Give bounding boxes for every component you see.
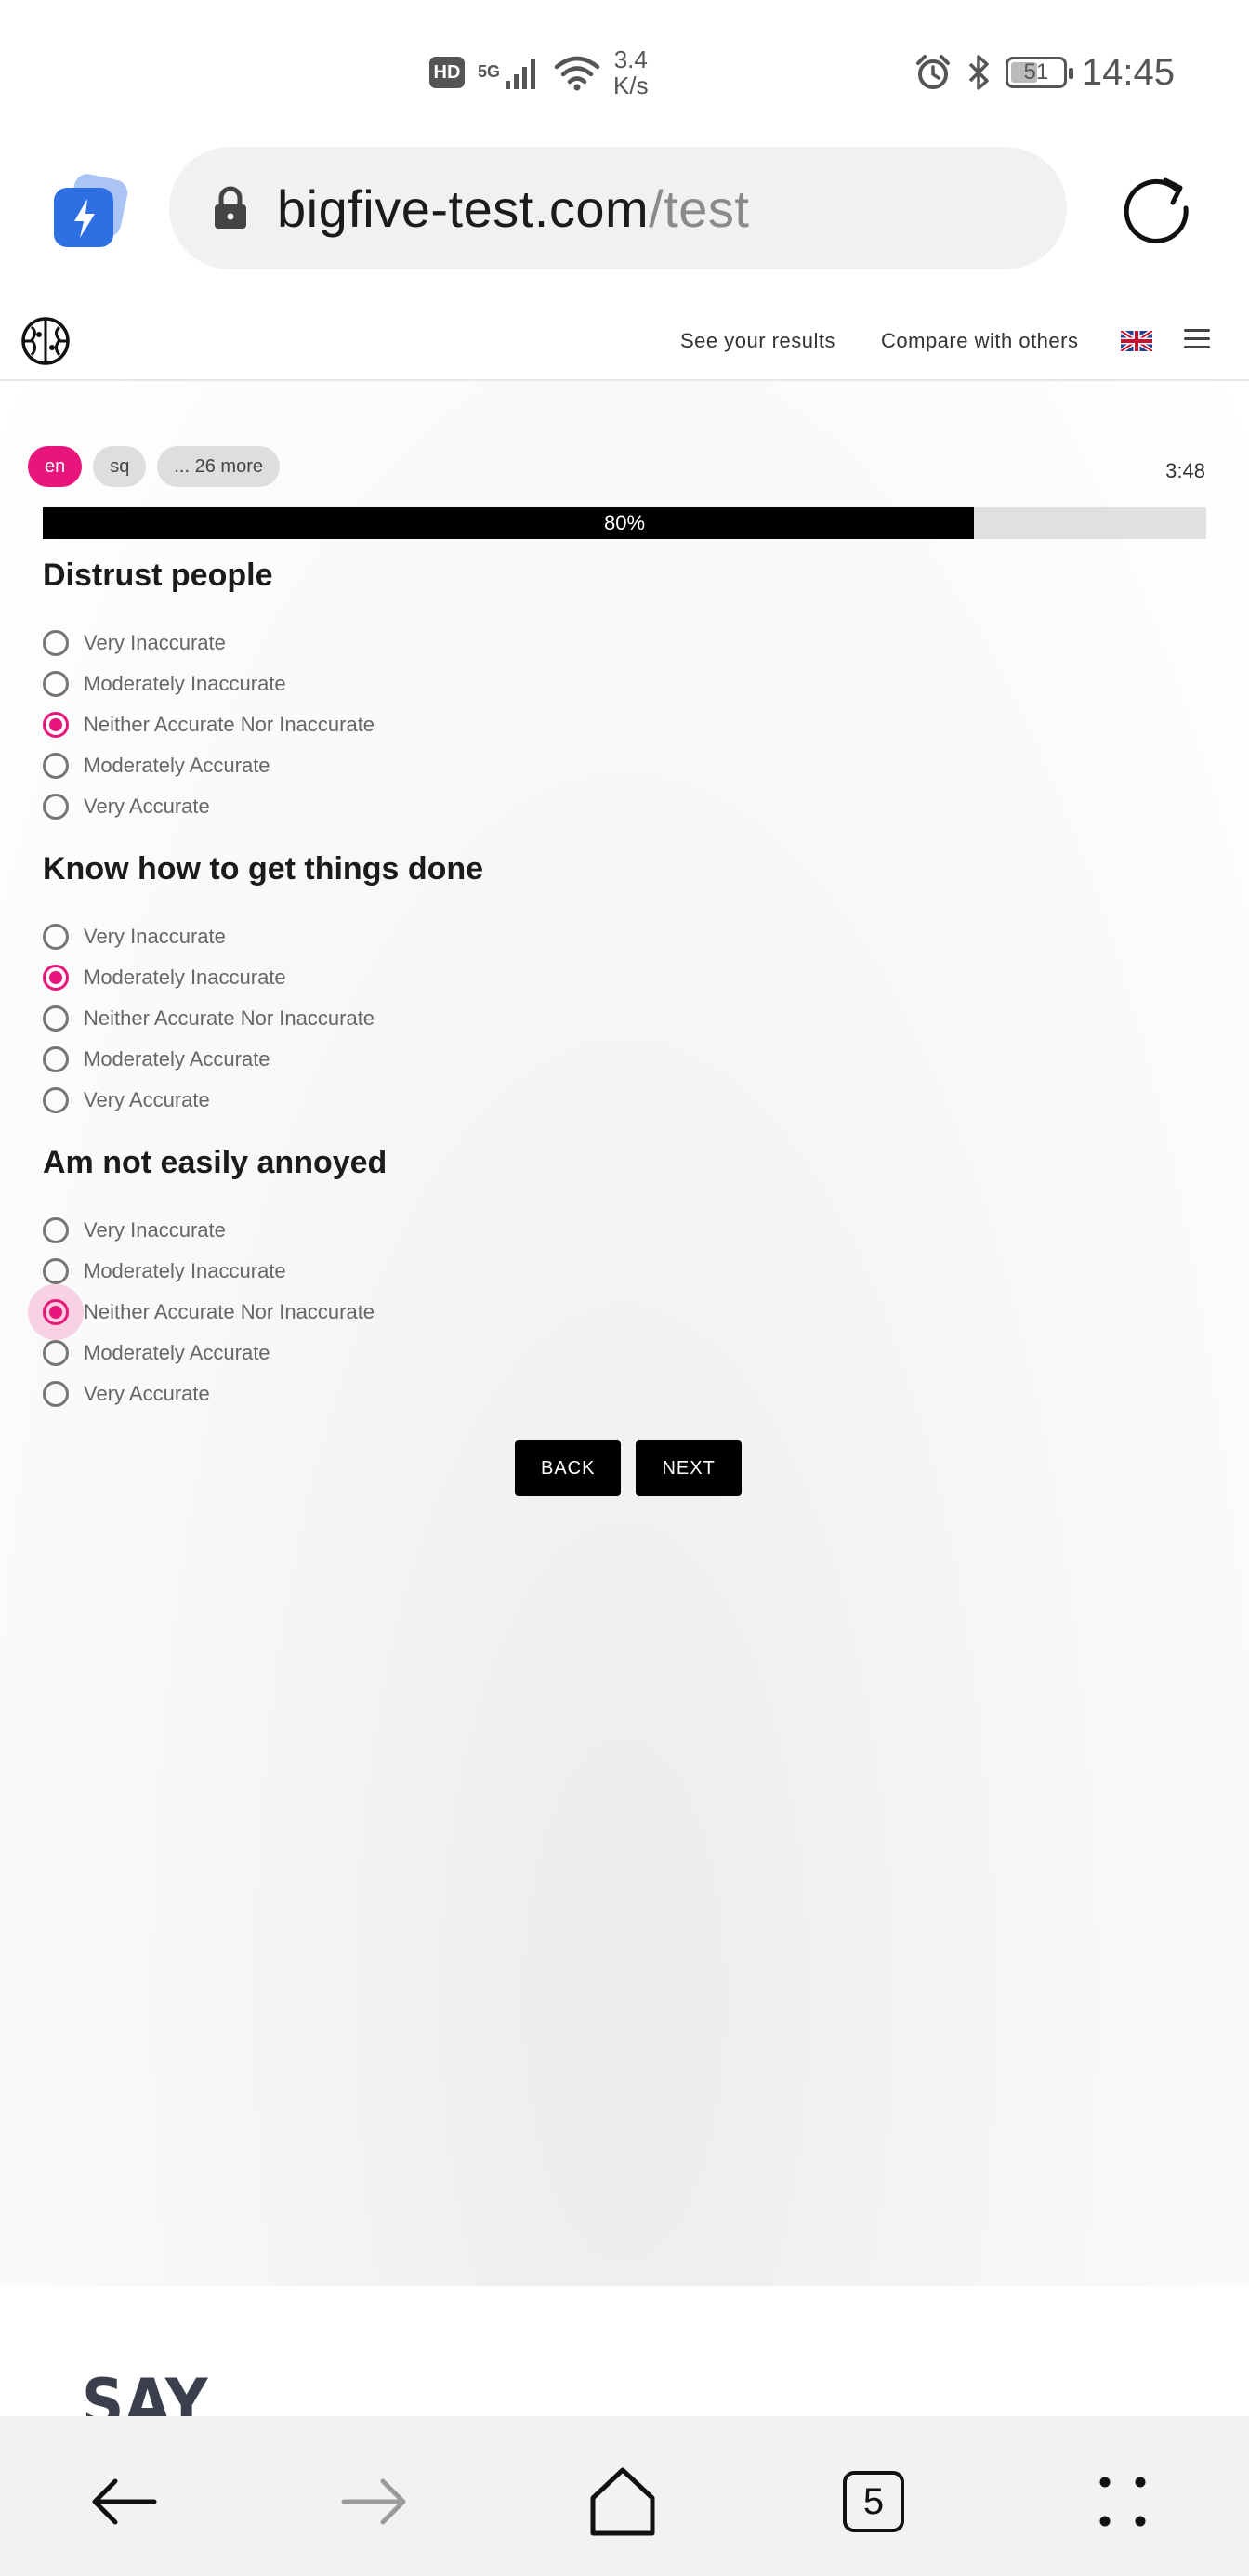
answer-option[interactable]: Very Accurate [43, 1080, 1204, 1121]
answer-option[interactable]: Neither Accurate Nor Inaccurate [28, 1284, 1204, 1340]
answer-option[interactable]: Very Accurate [43, 1373, 1204, 1414]
radio-button[interactable] [43, 965, 69, 991]
answer-option[interactable]: Moderately Accurate [43, 1333, 1204, 1373]
question-title: Know how to get things done [43, 851, 484, 887]
language-chip[interactable]: en [28, 446, 83, 487]
tabs-button[interactable]: 5 [835, 2463, 913, 2541]
answer-options: Very Inaccurate Moderately Inaccurate Neit… [43, 916, 1204, 1121]
answer-option-label: Neither Accurate Nor Inaccurate [84, 1300, 375, 1323]
answer-option-label: Moderately Inaccurate [84, 672, 286, 695]
answer-option-label: Moderately Accurate [84, 1047, 270, 1071]
timer: 3:48 [1165, 459, 1205, 482]
hamburger-menu-icon[interactable] [1184, 329, 1210, 351]
network-speed: 3.4 K/s [613, 46, 649, 99]
answer-option[interactable]: Moderately Inaccurate [43, 664, 1204, 704]
radio-button[interactable] [43, 671, 69, 697]
navigation-buttons: BACK NEXT [515, 1440, 742, 1496]
question-block: Am not easily annoyed Very Inaccurate Mode… [28, 1145, 1204, 1414]
answer-option-label: Neither Accurate Nor Inaccurate [84, 713, 375, 736]
language-chip[interactable]: sq [93, 446, 147, 487]
answer-option-label: Very Accurate [84, 795, 210, 818]
alarm-icon [915, 55, 950, 89]
answer-option[interactable]: Very Inaccurate [43, 1210, 1204, 1251]
home-icon[interactable] [584, 2463, 662, 2541]
address-bar[interactable]: bigfive-test.com/test [169, 147, 1067, 269]
progress-label: 80% [603, 511, 646, 534]
answer-option[interactable]: Moderately Inaccurate [43, 957, 1204, 998]
next-button[interactable]: NEXT [636, 1440, 742, 1496]
answer-option-label: Moderately Accurate [84, 754, 270, 777]
question-block: Distrust people Very Inaccurate Moderately… [43, 558, 1204, 827]
answer-option-label: Very Inaccurate [84, 1218, 226, 1242]
network-status: HD 5G 3.4 K/s [429, 45, 649, 100]
hd-badge: HD [429, 57, 465, 88]
answer-option-label: Moderately Inaccurate [84, 1259, 286, 1282]
arrow-left-icon[interactable] [85, 2463, 164, 2541]
battery-indicator: 51 [1005, 57, 1073, 88]
radio-button[interactable] [43, 1217, 69, 1243]
question-block: Know how to get things done Very Inaccura… [43, 851, 1204, 1121]
radio-button[interactable] [43, 753, 69, 779]
answer-option[interactable]: Moderately Accurate [43, 1039, 1204, 1080]
answer-option-label: Moderately Inaccurate [84, 966, 286, 989]
answer-option[interactable]: Moderately Inaccurate [43, 1251, 1204, 1292]
radio-button[interactable] [43, 924, 69, 950]
language-selector: en sq ... 26 more [28, 446, 280, 487]
answer-option[interactable]: Very Accurate [43, 786, 1204, 827]
radio-button[interactable] [43, 1381, 69, 1407]
answer-option-label: Very Accurate [84, 1382, 210, 1405]
radio-button[interactable] [43, 1005, 69, 1032]
lightning-bolt-icon[interactable] [52, 173, 130, 251]
answer-option[interactable]: Moderately Accurate [43, 745, 1204, 786]
signal-icon [506, 59, 536, 89]
back-button[interactable]: BACK [515, 1440, 622, 1496]
progress-bar: 80% [43, 507, 1206, 539]
answer-option-label: Neither Accurate Nor Inaccurate [84, 1006, 375, 1030]
reload-icon[interactable] [1117, 169, 1195, 247]
bluetooth-icon [968, 55, 989, 90]
status-bar: HD 5G 3.4 K/s 51 14:45 [0, 0, 1249, 139]
answer-options: Very Inaccurate Moderately Inaccurate Neit… [43, 623, 1204, 827]
radio-button[interactable] [43, 712, 69, 738]
answer-option-label: Very Accurate [84, 1088, 210, 1111]
answer-option[interactable]: Very Inaccurate [43, 916, 1204, 957]
question-title: Am not easily annoyed [43, 1145, 388, 1180]
radio-button[interactable] [43, 630, 69, 656]
radio-button[interactable] [43, 1258, 69, 1284]
brain-icon[interactable] [19, 314, 72, 368]
question-title: Distrust people [43, 558, 273, 593]
clock: 14:45 [1081, 51, 1175, 93]
system-status: 51 14:45 [914, 46, 1175, 99]
url-text: bigfive-test.com/test [277, 178, 750, 238]
radio-button[interactable] [43, 1299, 69, 1325]
uk-flag-icon[interactable] [1119, 328, 1154, 354]
radio-button[interactable] [43, 1340, 69, 1366]
answer-option-label: Moderately Accurate [84, 1341, 270, 1364]
more-languages-chip[interactable]: ... 26 more [157, 446, 280, 487]
browser-bottom-bar: 5 [0, 2416, 1249, 2576]
radio-button[interactable] [43, 1087, 69, 1113]
tab-count: 5 [843, 2471, 904, 2532]
radio-button[interactable] [43, 794, 69, 820]
more-dots-icon[interactable] [1084, 2463, 1162, 2541]
test-page: en sq ... 26 more 3:48 80% Distrust peop… [0, 381, 1249, 2286]
radio-button[interactable] [43, 1046, 69, 1072]
answer-option[interactable]: Very Inaccurate [43, 623, 1204, 664]
arrow-right-icon[interactable] [335, 2463, 413, 2541]
answer-option[interactable]: Neither Accurate Nor Inaccurate [43, 704, 1204, 745]
answer-options: Very Inaccurate Moderately Inaccurate Neit… [28, 1210, 1204, 1414]
compare-link[interactable]: Compare with others [881, 329, 1078, 353]
site-navbar: See your results Compare with others [0, 307, 1249, 381]
answer-option-label: Very Inaccurate [84, 925, 226, 948]
answer-option-label: Very Inaccurate [84, 631, 226, 654]
lock-icon [212, 186, 249, 230]
network-type: 5G [478, 62, 501, 81]
answer-option[interactable]: Neither Accurate Nor Inaccurate [43, 998, 1204, 1039]
see-results-link[interactable]: See your results [680, 329, 835, 353]
wifi-icon [554, 56, 600, 91]
